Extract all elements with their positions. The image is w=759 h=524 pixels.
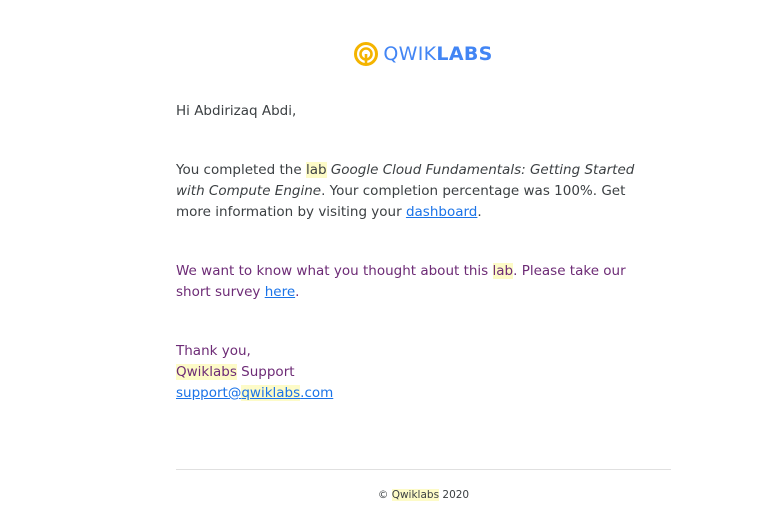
lab-word-highlight: lab <box>305 162 327 178</box>
survey-here-link[interactable]: here <box>265 284 295 300</box>
qwiklabs-logo: QWIKLABS <box>0 41 759 67</box>
logo-wordmark: QWIKLABS <box>383 43 493 65</box>
greeting: Hi Abdirizaq Abdi, <box>176 103 297 119</box>
survey-message: We want to know what you thought about t… <box>176 263 626 300</box>
qwiklabs-logo-icon <box>354 42 379 66</box>
support-email-link[interactable]: support@qwiklabs.com <box>176 385 333 401</box>
footer-company: Qwiklabs <box>391 489 440 501</box>
footer-divider <box>176 469 671 470</box>
sender-name-highlight: Qwiklabs <box>176 364 237 380</box>
completion-message: You completed the lab Google Cloud Funda… <box>176 162 635 220</box>
footer-copyright: © Qwiklabs 2020 <box>377 489 470 501</box>
footer-year: 2020 <box>442 489 470 501</box>
lab-word-highlight-survey: lab <box>492 263 514 279</box>
signoff: Thank you, Qwiklabs Support support@qwik… <box>176 343 334 401</box>
email-body: Hi Abdirizaq Abdi, You completed the lab… <box>176 101 646 404</box>
signoff-thanks: Thank you, <box>176 343 251 359</box>
dashboard-link[interactable]: dashboard <box>406 204 477 220</box>
